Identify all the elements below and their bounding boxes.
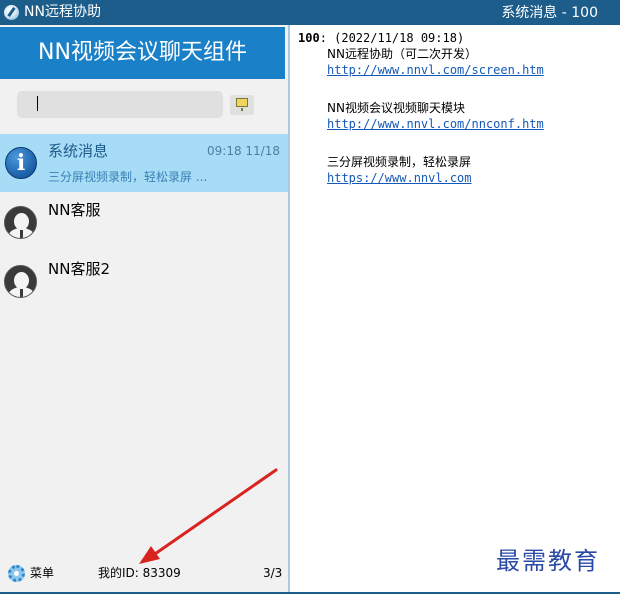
- watermark: 最需教育: [496, 547, 600, 575]
- message-block: NN远程协助（可二次开发） http://www.nnvl.com/screen…: [327, 46, 616, 78]
- message-link[interactable]: http://www.nnvl.com/nnconf.htm: [327, 116, 616, 132]
- message-block: NN视频会议视频聊天模块 http://www.nnvl.com/nnconf.…: [327, 100, 616, 132]
- message-header: 100: (2022/11/18 09:18): [298, 31, 616, 46]
- message-link[interactable]: https://www.nnvl.com: [327, 170, 616, 186]
- sender-id: 100: [298, 31, 320, 45]
- message-text: 三分屏视频录制，轻松录屏: [327, 155, 472, 169]
- message-text: NN远程协助（可二次开发）: [327, 47, 477, 61]
- message-link[interactable]: http://www.nnvl.com/screen.htm: [327, 62, 616, 78]
- message-block: 三分屏视频录制，轻松录屏 https://www.nnvl.com: [327, 154, 616, 186]
- message-panel: 100: (2022/11/18 09:18) NN远程协助（可二次开发） ht…: [298, 31, 616, 186]
- message-timestamp: : (2022/11/18 09:18): [319, 31, 465, 45]
- message-text: NN视频会议视频聊天模块: [327, 101, 465, 115]
